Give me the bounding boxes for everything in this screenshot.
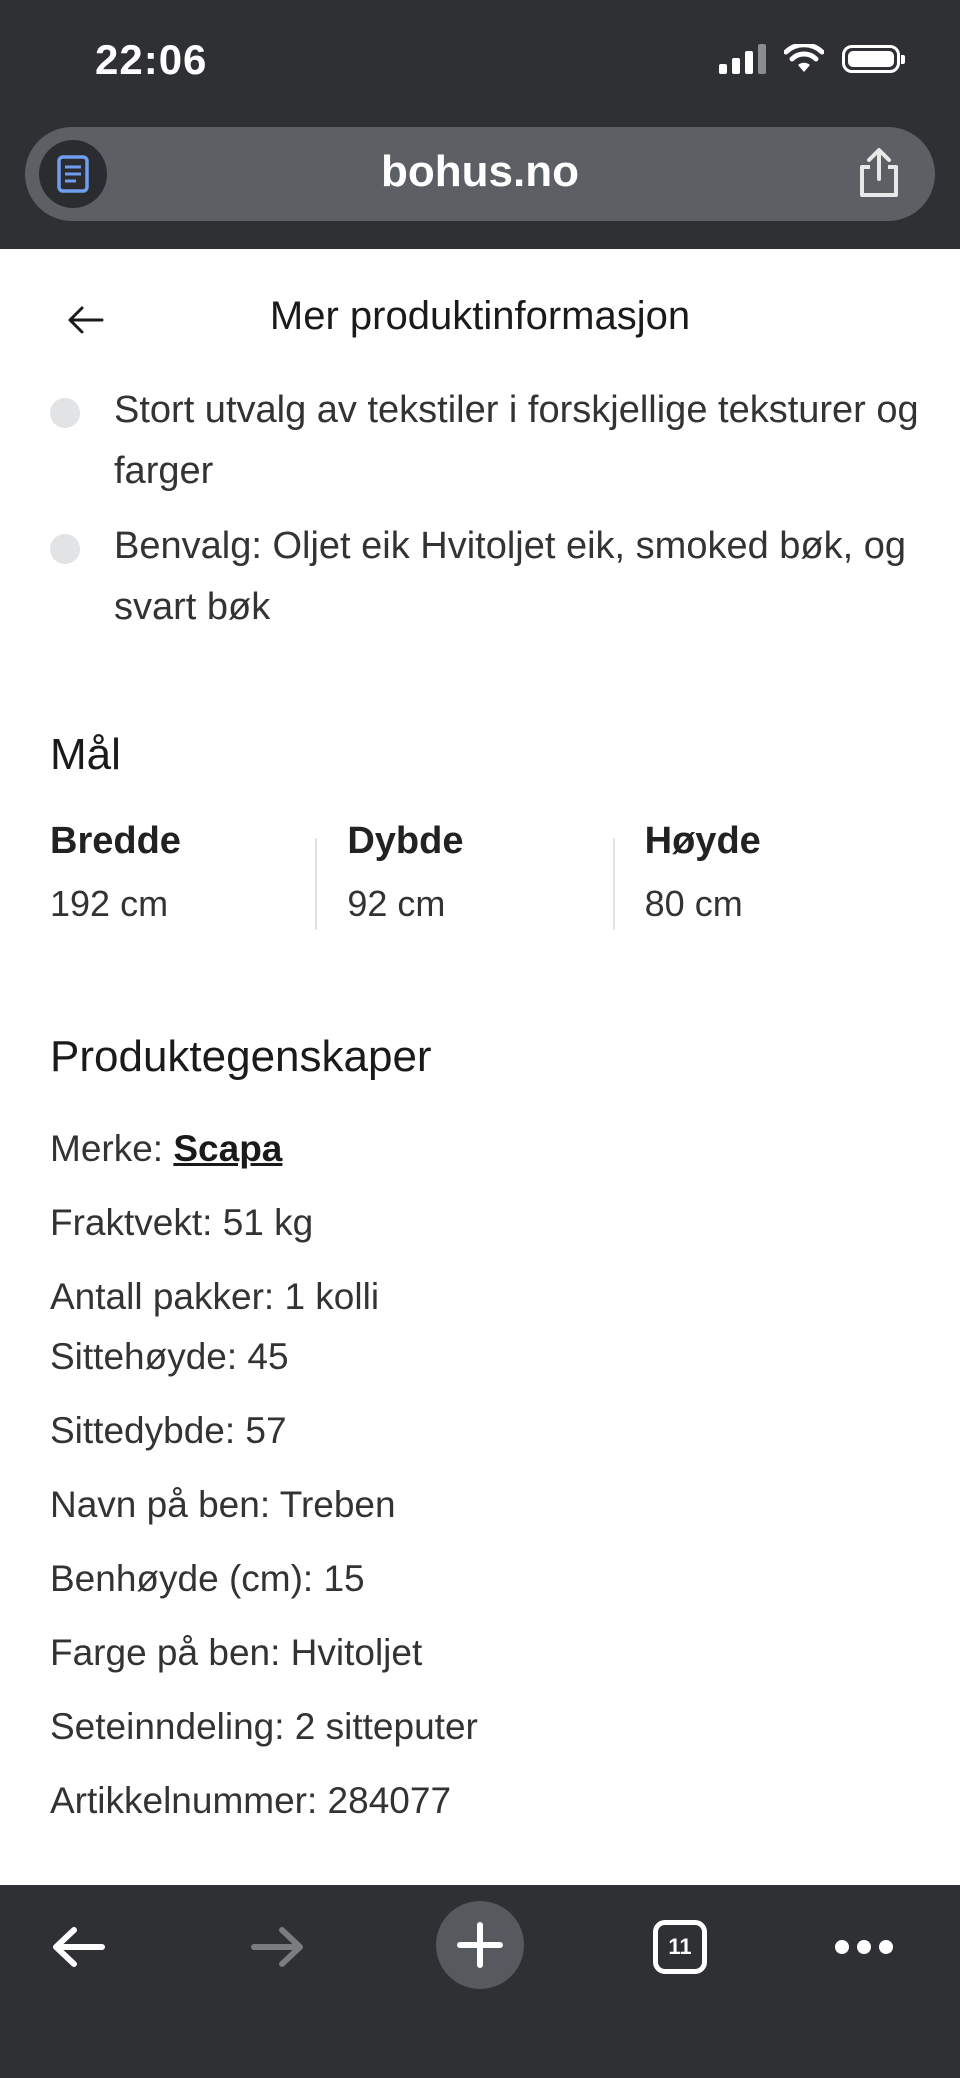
tabs-button[interactable]: 11 — [640, 1907, 720, 1987]
property-row: Antall pakker: 1 kolli — [50, 1276, 380, 1317]
wifi-icon — [784, 44, 824, 72]
dimension-height: Høyde 80 cm — [612, 820, 910, 930]
brand-row: Merke: Scapa — [50, 1128, 282, 1170]
bullet-dot — [50, 398, 80, 428]
dimension-width: Bredde 192 cm — [50, 820, 315, 930]
arrow-left-icon — [53, 1927, 105, 1967]
nav-back-button[interactable] — [38, 1907, 118, 1987]
dimensions-heading: Mål — [50, 730, 121, 779]
status-time: 22:06 — [95, 36, 208, 83]
status-icons — [719, 44, 905, 74]
brand-link[interactable]: Scapa — [173, 1128, 282, 1169]
dimension-label: Høyde — [644, 820, 761, 862]
nav-forward-button[interactable] — [238, 1907, 318, 1987]
property-row: Benhøyde (cm): 15 — [50, 1558, 365, 1599]
dimension-depth: Dybde 92 cm — [315, 820, 612, 930]
page-header: Mer produktinformasjon — [0, 280, 960, 360]
bullet-dot — [50, 534, 80, 564]
property-row: Seteinndeling: 2 sitteputer — [50, 1706, 478, 1747]
browser-bottom-bar: 11 — [0, 1885, 960, 2078]
more-button[interactable] — [824, 1907, 904, 1987]
address-bar[interactable]: bohus.no — [25, 127, 935, 221]
list-item-text: Stort utvalg av tekstiler i forskjellige… — [114, 389, 919, 492]
arrow-right-icon — [251, 1927, 303, 1967]
property-row: Navn på ben: Treben — [50, 1484, 396, 1525]
more-icon — [835, 1940, 893, 1954]
share-icon[interactable] — [851, 145, 907, 201]
properties-heading: Produktegenskaper — [50, 1032, 432, 1081]
property-row: Sittedybde: 57 — [50, 1410, 287, 1451]
dimension-label: Dybde — [347, 820, 464, 862]
list-item: Benvalg: Oljet eik Hvitoljet eik, smoked… — [50, 516, 920, 638]
dimension-value: 192 cm — [50, 883, 169, 924]
dimension-value: 92 cm — [347, 883, 446, 924]
property-row: Fraktvekt: 51 kg — [50, 1202, 314, 1243]
feature-list: Stort utvalg av tekstiler i forskjellige… — [50, 380, 920, 652]
property-row: Artikkelnummer: 284077 — [50, 1780, 452, 1821]
list-item-text: Benvalg: Oljet eik Hvitoljet eik, smoked… — [114, 525, 907, 628]
list-item: Stort utvalg av tekstiler i forskjellige… — [50, 380, 920, 502]
battery-icon — [842, 45, 905, 73]
property-row: Farge på ben: Hvitoljet — [50, 1632, 423, 1673]
property-row: Sittehøyde: 45 — [50, 1336, 289, 1377]
brand-label: Merke: — [50, 1128, 174, 1169]
browser-top-bar: 22:06 bohus.no — [0, 0, 960, 249]
page-title: Mer produktinformasjon — [269, 294, 691, 338]
url-text[interactable]: bohus.no — [25, 147, 935, 197]
dimension-value: 80 cm — [644, 883, 743, 924]
cellular-signal-icon — [719, 44, 766, 74]
plus-icon — [457, 1922, 503, 1968]
tab-count: 11 — [668, 1934, 692, 1959]
dimension-label: Bredde — [50, 820, 181, 862]
dimensions-table: Bredde 192 cm Dybde 92 cm Høyde 80 cm — [50, 820, 910, 930]
tabs-icon: 11 — [653, 1920, 707, 1974]
new-tab-button[interactable] — [436, 1901, 524, 1989]
